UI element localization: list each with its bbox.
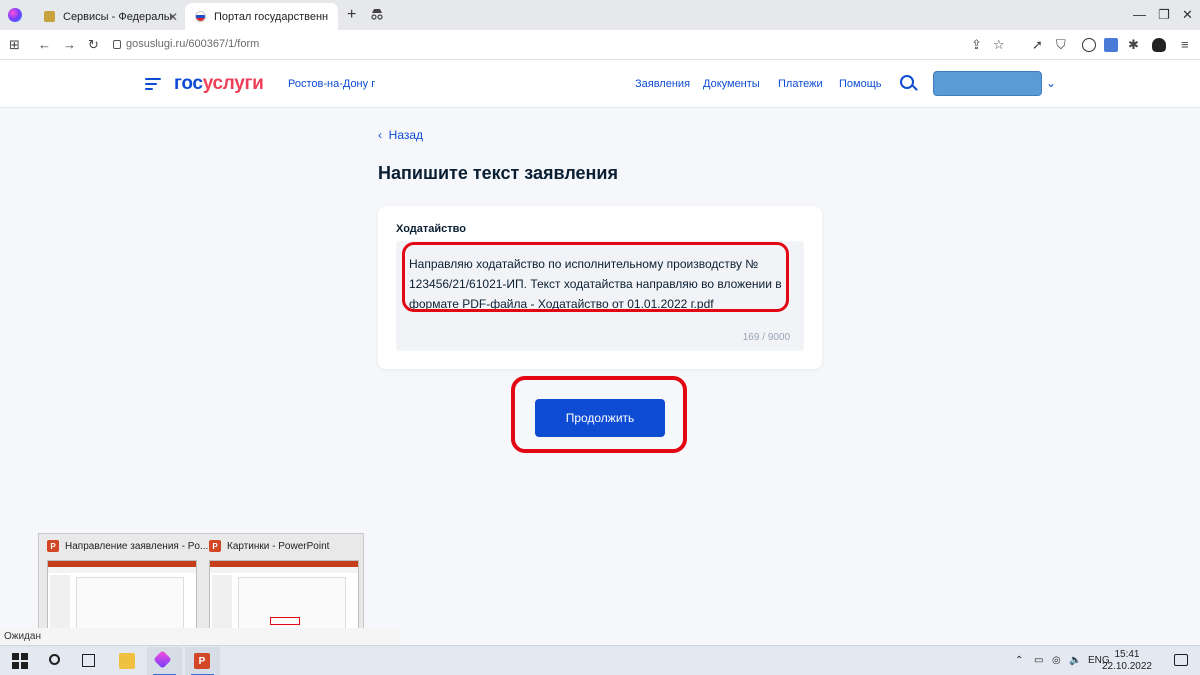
- burger-menu-icon[interactable]: [145, 78, 161, 90]
- tab-label: Портал государственных усл: [214, 10, 328, 23]
- forward-arrow-icon[interactable]: →: [63, 37, 76, 52]
- volume-icon[interactable]: 🔈: [1069, 655, 1081, 666]
- network-icon[interactable]: ◎: [1052, 655, 1061, 666]
- back-arrow-icon[interactable]: ←: [38, 37, 51, 52]
- powerpoint-icon: P: [194, 653, 210, 669]
- preview-title: Картинки - PowerPoint: [227, 540, 330, 552]
- nav-payments[interactable]: Платежи: [778, 78, 823, 90]
- minimize-icon[interactable]: —: [1133, 7, 1146, 22]
- region-selector[interactable]: Ростов-на-Дону г: [288, 78, 375, 90]
- windows-taskbar: P ⌃ ▭ ◎ 🔈 ENG 15:41 22.10.2022: [0, 645, 1200, 675]
- nav-applications[interactable]: Заявления: [635, 78, 690, 90]
- preview-title: Направление заявления - Po...: [65, 540, 209, 552]
- browser-status-text: Ожидан: [0, 628, 400, 645]
- search-icon[interactable]: [49, 654, 60, 665]
- field-label: Ходатайство: [396, 223, 466, 235]
- user-account-button[interactable]: [933, 71, 1042, 96]
- back-label: Назад: [388, 128, 424, 142]
- logo-part1: гос: [174, 73, 203, 94]
- chevron-down-icon[interactable]: ⌄: [1046, 76, 1056, 90]
- char-counter: 169 / 9000: [742, 332, 790, 343]
- url-field[interactable]: gosuslugi.ru/600367/1/form: [126, 38, 259, 50]
- translate-icon[interactable]: [1104, 38, 1118, 52]
- browser-logo-icon[interactable]: [8, 8, 22, 22]
- close-tab-icon[interactable]: ✕: [168, 10, 178, 24]
- menu-lines-icon[interactable]: ≡: [1181, 37, 1189, 52]
- back-link[interactable]: ‹ Назад: [378, 128, 423, 142]
- highlight-frame-text: [402, 242, 789, 312]
- page-title: Напишите текст заявления: [378, 163, 618, 183]
- powerpoint-icon: P: [209, 540, 221, 552]
- nav-help[interactable]: Помощь: [839, 78, 882, 90]
- clock-date: 22.10.2022: [1101, 661, 1152, 672]
- rocket-icon[interactable]: ➚: [1032, 37, 1043, 53]
- clock-time: 15:41: [1114, 649, 1140, 660]
- restore-icon[interactable]: ❐: [1158, 7, 1170, 23]
- browser-tab-strip: Сервисы - Федеральная слу ✕ Портал госуд…: [0, 0, 1200, 30]
- address-bar-row: ⊞ ← → ↻ gosuslugi.ru/600367/1/form ⇪ ☆ ➚…: [0, 30, 1200, 60]
- continue-button[interactable]: Продолжить: [535, 399, 665, 437]
- reload-icon[interactable]: ↻: [88, 37, 99, 53]
- task-view-icon[interactable]: [82, 654, 95, 667]
- taskbar-browser-app[interactable]: [147, 647, 182, 675]
- profile-icon[interactable]: [1152, 38, 1166, 52]
- extensions-icon[interactable]: ✱: [1128, 37, 1139, 53]
- flag-icon: [195, 11, 206, 22]
- tab-label: Сервисы - Федеральная слу: [63, 10, 174, 23]
- system-clock[interactable]: 15:41 22.10.2022: [1102, 649, 1152, 673]
- browser-app-icon: [153, 650, 172, 669]
- nav-documents[interactable]: Документы: [703, 78, 760, 90]
- file-explorer-icon[interactable]: [119, 653, 135, 669]
- taskbar-powerpoint-app[interactable]: P: [185, 647, 220, 675]
- gosuslugi-logo[interactable]: госуслуги: [174, 73, 264, 95]
- close-window-icon[interactable]: ✕: [1182, 7, 1193, 23]
- bookmark-star-icon[interactable]: ☆: [993, 37, 1005, 53]
- tab-gosuslugi[interactable]: Портал государственных усл: [185, 3, 338, 30]
- search-icon[interactable]: [900, 75, 914, 89]
- lock-icon[interactable]: [113, 40, 121, 49]
- vpn-icon[interactable]: [1082, 38, 1096, 52]
- powerpoint-icon: P: [47, 540, 59, 552]
- logo-part2: услуги: [202, 73, 264, 94]
- incognito-icon[interactable]: [370, 8, 384, 20]
- shield-icon[interactable]: ⛉: [1056, 37, 1066, 53]
- battery-icon[interactable]: ▭: [1034, 655, 1043, 666]
- emblem-icon: [44, 11, 55, 22]
- windows-start-icon[interactable]: [12, 653, 28, 669]
- tab-services[interactable]: Сервисы - Федеральная слу ✕: [34, 3, 184, 30]
- share-icon[interactable]: ⇪: [971, 37, 982, 53]
- grid-icon[interactable]: ⊞: [9, 37, 20, 53]
- notification-icon[interactable]: [1174, 654, 1188, 666]
- new-tab-button[interactable]: +: [347, 6, 356, 24]
- tray-chevron-icon[interactable]: ⌃: [1015, 655, 1023, 666]
